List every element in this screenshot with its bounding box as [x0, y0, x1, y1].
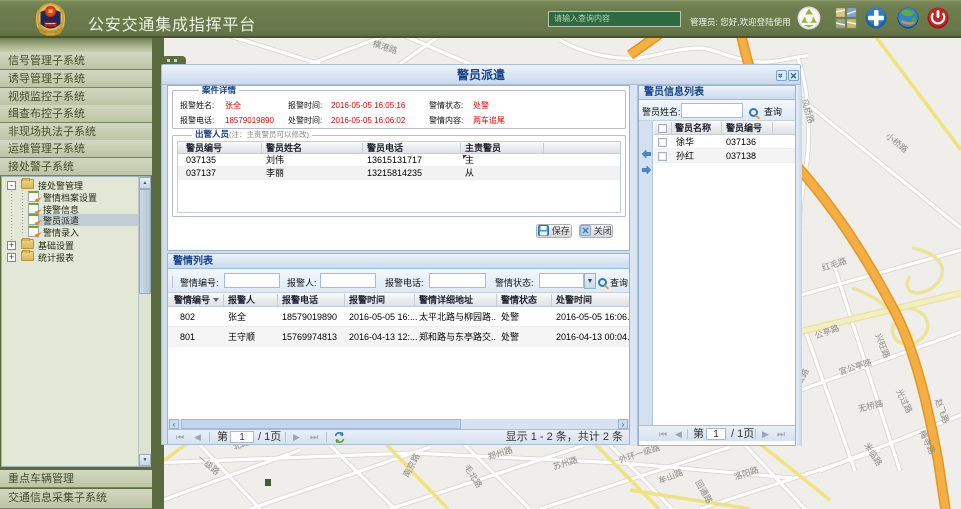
svg-text:兴旺路: 兴旺路	[873, 332, 892, 360]
svg-text:洛阳路: 洛阳路	[733, 464, 761, 482]
svg-text:赵飞路: 赵飞路	[933, 397, 951, 425]
svg-text:光过路: 光过路	[894, 387, 914, 415]
svg-text:小桥路: 小桥路	[884, 131, 910, 155]
svg-text:横港路: 横港路	[371, 38, 399, 56]
